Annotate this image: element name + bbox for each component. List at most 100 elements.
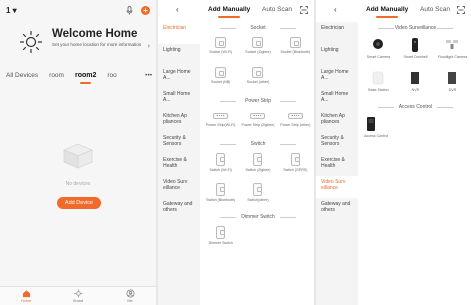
scan-icon[interactable]: [300, 6, 308, 14]
device-item[interactable]: NVR: [397, 68, 434, 101]
category-lighting[interactable]: Lighting: [316, 44, 358, 66]
category-electrician[interactable]: Electrician: [316, 22, 358, 44]
welcome-banner[interactable]: Welcome Home Set your home location for …: [18, 28, 150, 56]
tab-auto-scan[interactable]: Auto Scan: [420, 6, 450, 13]
device-label: Access Control: [364, 134, 389, 138]
tab-home[interactable]: Home: [0, 287, 52, 305]
room-tab-room[interactable]: room: [49, 72, 64, 79]
category-sidebar: Electrician Lighting Large Home A... Sma…: [316, 22, 358, 305]
nvr-icon: [411, 72, 420, 84]
device-item[interactable]: Smart Camera: [360, 35, 397, 68]
empty-box-icon: [62, 143, 94, 169]
room-tab-room2[interactable]: room2: [75, 72, 96, 84]
tab-home-label: Home: [20, 299, 32, 303]
device-item[interactable]: Switch(other): [239, 181, 276, 211]
switch-icon: [290, 153, 300, 166]
room-tabs: All Devices room room2 roo •••: [6, 69, 152, 84]
header: ‹ Add Manually Auto Scan: [158, 5, 314, 18]
sun-icon: [73, 289, 83, 298]
add-device-video-screen: ‹ Add Manually Auto Scan Electrician Lig…: [316, 0, 471, 305]
category-small-home[interactable]: Small Home A...: [316, 88, 358, 110]
device-label: Switch (Zigbee): [245, 168, 271, 172]
more-icon[interactable]: •••: [145, 72, 152, 79]
back-icon[interactable]: ‹: [334, 5, 337, 14]
category-security[interactable]: Security & Sensors: [316, 132, 358, 154]
category-small-home[interactable]: Small Home A...: [158, 88, 200, 110]
category-sidebar: Electrician Lighting Large Home A... Sma…: [158, 22, 200, 305]
category-exercise[interactable]: Exercise & Health: [158, 154, 200, 176]
room-tab-all[interactable]: All Devices: [6, 72, 38, 79]
add-device-button[interactable]: Add Device: [57, 197, 101, 209]
power-strip-icon: [250, 113, 266, 119]
device-list: Socket Socket (Wi-Fi) Socket (Zigbee) So…: [202, 22, 314, 305]
category-lighting[interactable]: Lighting: [158, 44, 200, 66]
device-label: Switch (GPRS): [283, 168, 308, 172]
category-kitchen[interactable]: Kitchen Ap pliances: [316, 110, 358, 132]
category-security[interactable]: Security & Sensors: [158, 132, 200, 154]
category-electrician[interactable]: Electrician: [158, 22, 200, 44]
tab-me[interactable]: Me: [104, 287, 156, 305]
person-icon: [126, 289, 134, 298]
device-item[interactable]: Socket (Bluetooth): [277, 35, 314, 65]
device-item[interactable]: Socket (NB): [202, 65, 239, 95]
back-icon[interactable]: ‹: [176, 5, 179, 14]
device-label: Floodlight Camera: [437, 55, 468, 59]
device-item[interactable]: Switch (Bluetooth): [202, 181, 239, 211]
category-large-home[interactable]: Large Home A...: [316, 66, 358, 88]
bottom-tab-bar: Home Smart Me: [0, 286, 156, 305]
device-item[interactable]: Power Strip (other): [277, 108, 314, 138]
microphone-icon[interactable]: [126, 5, 133, 15]
device-item[interactable]: Socket (Wi-Fi): [202, 35, 239, 65]
tab-add-manually[interactable]: Add Manually: [208, 6, 250, 18]
switch-icon: [253, 183, 263, 196]
device-item[interactable]: DVR: [434, 68, 471, 101]
scan-icon[interactable]: [457, 6, 465, 14]
screens: 1 ▾ + Welcome Home Set your home locatio…: [0, 0, 471, 305]
category-large-home[interactable]: Large Home A...: [158, 66, 200, 88]
tab-smart[interactable]: Smart: [52, 287, 104, 305]
device-item[interactable]: Base Station: [360, 68, 397, 101]
room-tab-roo[interactable]: roo: [107, 72, 116, 79]
add-icon[interactable]: +: [141, 5, 150, 15]
device-item[interactable]: Smart Doorbell: [397, 35, 434, 68]
tab-add-manually[interactable]: Add Manually: [366, 6, 408, 18]
category-video[interactable]: Video Surv eillance: [158, 176, 200, 198]
device-label: Switch (Bluetooth): [206, 198, 236, 202]
device-label: Socket (Wi-Fi): [209, 50, 233, 54]
category-exercise[interactable]: Exercise & Health: [316, 154, 358, 176]
switch-grid: Switch (Wi-Fi) Switch (Zigbee) Switch (G…: [202, 151, 314, 211]
category-gateway[interactable]: Gateway and others: [158, 198, 200, 220]
doorbell-icon: [412, 38, 419, 52]
floodlight-camera-icon: [446, 40, 459, 49]
home-selector[interactable]: 1 ▾: [6, 6, 17, 15]
device-item[interactable]: Power Strip(Wi-Fi): [202, 108, 239, 138]
switch-icon: [216, 153, 226, 166]
device-label: Socket (Zigbee): [245, 50, 271, 54]
device-item[interactable]: Access Control: [360, 114, 397, 147]
device-item[interactable]: Switch (GPRS): [277, 151, 314, 181]
welcome-title: Welcome Home: [52, 28, 138, 40]
dimmer-switch-icon: [216, 226, 226, 239]
device-label: Base Station: [368, 88, 389, 92]
device-item[interactable]: Socket (Zigbee): [239, 35, 276, 65]
category-video[interactable]: Video Surv eillance: [316, 176, 358, 198]
device-item[interactable]: Socket (other): [239, 65, 276, 95]
device-item[interactable]: Switch (Wi-Fi): [202, 151, 239, 181]
camera-icon: [373, 39, 384, 49]
device-label: Socket (Bluetooth): [280, 50, 311, 54]
socket-icon: [252, 37, 264, 48]
device-item[interactable]: Dimmer Switch: [202, 224, 239, 254]
tab-auto-scan[interactable]: Auto Scan: [262, 6, 292, 13]
category-kitchen[interactable]: Kitchen Ap pliances: [158, 110, 200, 132]
dvr-icon: [448, 72, 457, 84]
device-label: Dimmer Switch: [208, 241, 233, 245]
device-label: Switch (Wi-Fi): [209, 168, 232, 172]
category-gateway[interactable]: Gateway and others: [316, 198, 358, 220]
section-title-video: Video Surveillance: [360, 22, 471, 35]
device-item[interactable]: Floodlight Camera: [434, 35, 471, 68]
device-label: DVR: [448, 88, 457, 92]
device-item[interactable]: Switch (Zigbee): [239, 151, 276, 181]
switch-icon: [253, 153, 263, 166]
top-bar: 1 ▾ +: [6, 4, 150, 16]
device-item[interactable]: Power Strip (Zigbee): [239, 108, 276, 138]
